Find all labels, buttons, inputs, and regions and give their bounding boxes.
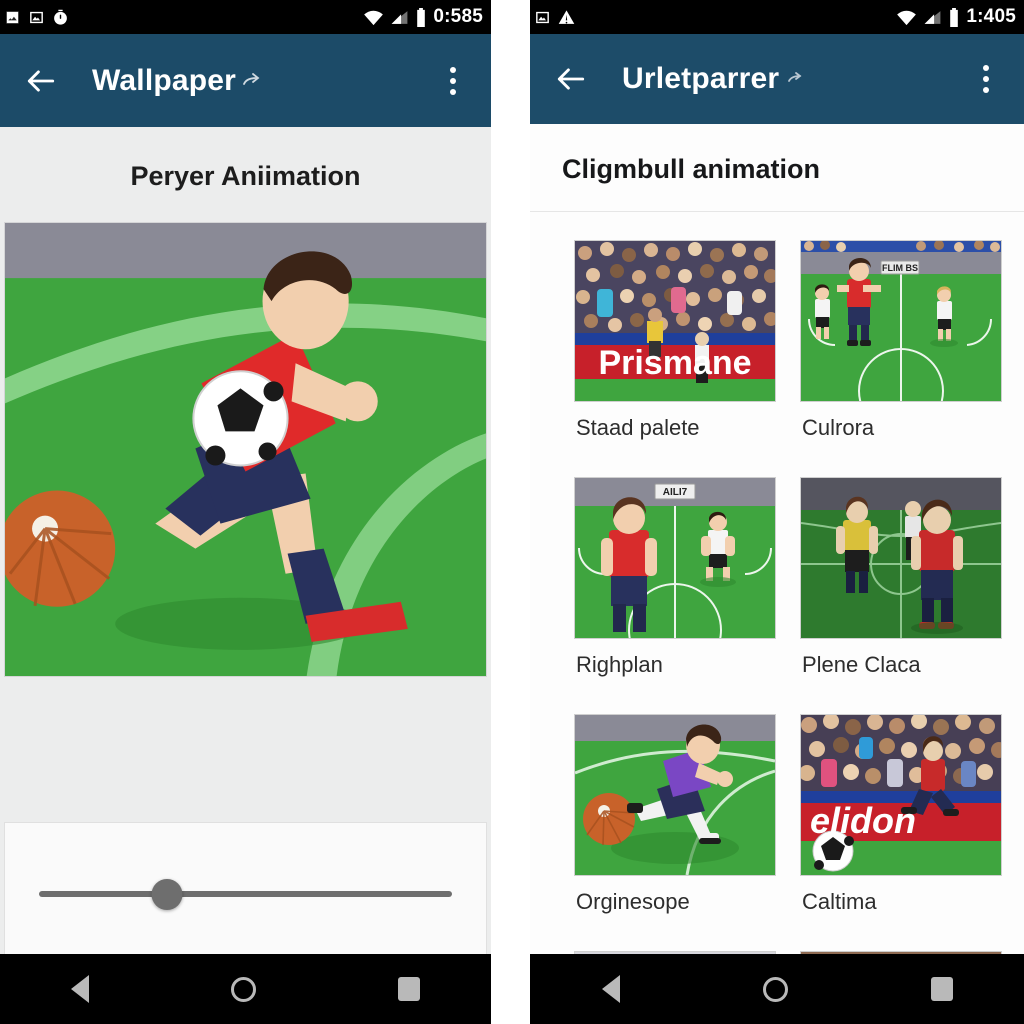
timer-icon bbox=[54, 9, 67, 25]
right-status-notification-icons bbox=[534, 9, 575, 26]
left-overflow-menu-button[interactable] bbox=[433, 58, 473, 104]
left-section-title: Peryer Aniimation bbox=[130, 161, 361, 191]
right-phone-panel: 1:405 Urletparrer Cligmbull animation Pr… bbox=[530, 0, 1024, 1024]
signal-icon bbox=[924, 10, 941, 24]
grid-item[interactable]: Prismane Staad palete bbox=[574, 240, 776, 465]
pitch-dark-players-illustration bbox=[801, 478, 1001, 638]
grid-item-label: Plene Claca bbox=[802, 652, 921, 677]
grid-item-label: Culrora bbox=[802, 415, 875, 440]
image-icon bbox=[536, 11, 549, 23]
sign-text: FLIM BS bbox=[882, 263, 918, 273]
screenshot-stage: 0:585 Wallpaper Peryer Aniimation 1:405 … bbox=[0, 0, 1024, 1024]
grid-item-label: Orginesope bbox=[576, 889, 690, 914]
wifi-icon bbox=[897, 10, 917, 25]
thumbnail-pitch-two-players[interactable]: AILI7 bbox=[574, 477, 776, 639]
right-overflow-menu-button[interactable] bbox=[966, 56, 1006, 102]
back-arrow-icon bbox=[27, 69, 55, 92]
player-kick-illustration bbox=[5, 223, 486, 676]
left-back-button[interactable] bbox=[18, 58, 64, 104]
crowd-banner-2-illustration: elidon bbox=[801, 715, 1001, 875]
right-content-area: Cligmbull animation Prismane Staad palet… bbox=[530, 124, 1024, 990]
thumbnail-purple-player-ball[interactable] bbox=[574, 714, 776, 876]
wallpaper-grid: Prismane Staad palete FLIM BS Culrora AI… bbox=[530, 212, 1024, 983]
right-section-title: Cligmbull animation bbox=[530, 124, 1024, 212]
right-app-bar: Urletparrer bbox=[530, 34, 1024, 124]
right-app-bar-title: Urletparrer bbox=[622, 62, 807, 96]
share-arrow-icon bbox=[240, 70, 264, 94]
grid-item-label: Caltima bbox=[802, 889, 877, 914]
home-circle-icon[interactable] bbox=[762, 976, 788, 1002]
image-icon bbox=[6, 10, 19, 24]
left-status-system-icons: 0:585 bbox=[363, 6, 483, 28]
right-app-bar-title-text: Urletparrer bbox=[622, 62, 780, 95]
left-status-time: 0:585 bbox=[433, 6, 483, 27]
left-app-bar-title-text: Wallpaper bbox=[92, 63, 237, 97]
wifi-icon bbox=[364, 10, 384, 25]
left-status-bar: 0:585 bbox=[0, 0, 491, 34]
thumbnail-pitch-three-players[interactable]: FLIM BS bbox=[800, 240, 1002, 402]
battery-icon bbox=[417, 7, 426, 27]
share-arrow-icon bbox=[783, 68, 807, 92]
grid-item[interactable]: elidon Caltima bbox=[800, 714, 1002, 939]
recents-square-icon[interactable] bbox=[930, 977, 953, 1001]
right-nav-bar bbox=[530, 954, 1024, 1024]
thumbnail-pitch-dark-players[interactable] bbox=[800, 477, 1002, 639]
right-status-system-icons: 1:405 bbox=[896, 6, 1016, 28]
home-circle-icon[interactable] bbox=[231, 976, 256, 1002]
left-status-notification-icons bbox=[4, 9, 69, 26]
back-triangle-icon[interactable] bbox=[71, 975, 89, 1003]
thumbnail-crowd-banner[interactable]: Prismane bbox=[574, 240, 776, 402]
back-triangle-icon[interactable] bbox=[601, 975, 620, 1003]
grid-item[interactable]: Plene Claca bbox=[800, 477, 1002, 702]
grid-item[interactable]: FLIM BS Culrora bbox=[800, 240, 1002, 465]
sign-text: AILI7 bbox=[663, 487, 688, 498]
player-kick-preview[interactable] bbox=[4, 222, 487, 677]
purple-player-ball-illustration bbox=[575, 715, 775, 875]
thumbnail-crowd-banner-2[interactable]: elidon bbox=[800, 714, 1002, 876]
right-status-bar: 1:405 bbox=[530, 0, 1024, 34]
slider-one-thumb[interactable] bbox=[151, 879, 183, 910]
pitch-two-players-illustration: AILI7 bbox=[575, 478, 775, 638]
grid-item[interactable]: AILI7 Righplan bbox=[574, 477, 776, 702]
signal-icon bbox=[391, 10, 408, 24]
back-arrow-icon bbox=[557, 68, 585, 90]
photo-icon bbox=[30, 11, 43, 23]
banner-text: Prismane bbox=[598, 344, 751, 382]
left-app-bar-title: Wallpaper bbox=[92, 64, 264, 98]
slider-one-track[interactable] bbox=[39, 891, 452, 897]
grid-item[interactable]: Orginesope bbox=[574, 714, 776, 939]
banner-text: elidon bbox=[810, 800, 916, 841]
pitch-three-players-illustration: FLIM BS bbox=[801, 241, 1001, 401]
left-nav-bar bbox=[0, 954, 491, 1024]
left-phone-panel: 0:585 Wallpaper Peryer Aniimation bbox=[0, 0, 491, 1024]
battery-icon bbox=[950, 7, 959, 27]
left-app-bar: Wallpaper bbox=[0, 34, 491, 127]
warning-icon bbox=[558, 9, 575, 24]
right-status-time: 1:405 bbox=[966, 6, 1016, 27]
left-content-area: Peryer Aniimation bbox=[0, 127, 491, 990]
slider-one[interactable] bbox=[39, 857, 452, 935]
grid-item-label: Staad palete bbox=[576, 415, 700, 440]
grid-item-label: Righplan bbox=[576, 652, 663, 677]
recents-square-icon[interactable] bbox=[398, 977, 420, 1001]
crowd-banner-illustration: Prismane bbox=[575, 241, 775, 401]
right-back-button[interactable] bbox=[548, 56, 594, 102]
